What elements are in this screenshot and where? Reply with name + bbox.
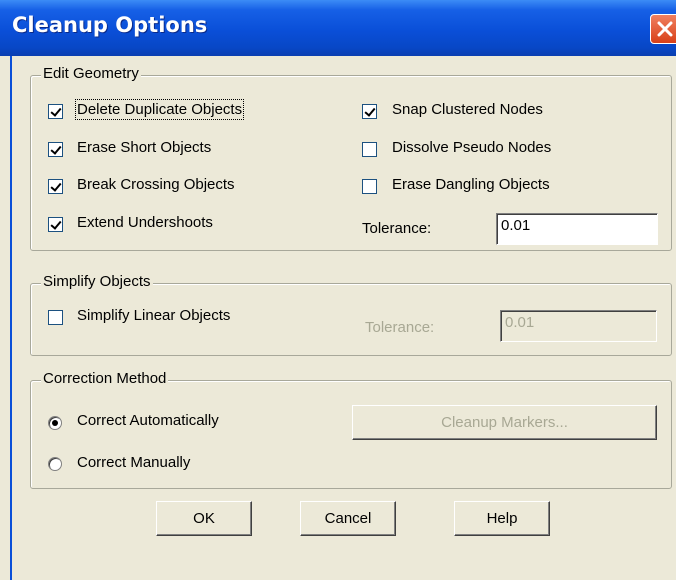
title-bar: Cleanup Options — [0, 0, 676, 56]
extend-undershoots-checkbox[interactable] — [48, 217, 63, 232]
simplify-tolerance-input: 0.01 — [500, 310, 657, 342]
close-icon — [657, 21, 673, 37]
correct-automatically-label[interactable]: Correct Automatically — [77, 412, 219, 429]
correction-method-label: Correction Method — [41, 370, 169, 387]
simplify-objects-label: Simplify Objects — [41, 273, 153, 290]
delete-duplicate-label[interactable]: Delete Duplicate Objects — [74, 99, 245, 120]
dialog-body: Edit Geometry Delete Duplicate Objects E… — [10, 56, 676, 580]
extend-undershoots-label[interactable]: Extend Undershoots — [77, 214, 213, 231]
window-title: Cleanup Options — [12, 13, 208, 37]
simplify-linear-checkbox[interactable] — [48, 310, 63, 325]
correct-automatically-radio[interactable] — [48, 416, 62, 430]
snap-clustered-checkbox[interactable] — [362, 104, 377, 119]
dissolve-pseudo-checkbox[interactable] — [362, 142, 377, 157]
simplify-tolerance-label: Tolerance: — [365, 319, 435, 336]
delete-duplicate-checkbox[interactable] — [48, 104, 63, 119]
tolerance-input[interactable]: 0.01 — [496, 213, 658, 245]
break-crossing-checkbox[interactable] — [48, 179, 63, 194]
dissolve-pseudo-label[interactable]: Dissolve Pseudo Nodes — [392, 139, 551, 156]
break-crossing-label[interactable]: Break Crossing Objects — [77, 176, 235, 193]
ok-button[interactable]: OK — [156, 501, 252, 536]
correct-manually-radio[interactable] — [48, 457, 62, 471]
erase-dangling-label[interactable]: Erase Dangling Objects — [392, 176, 550, 193]
snap-clustered-label[interactable]: Snap Clustered Nodes — [392, 101, 543, 118]
erase-short-label[interactable]: Erase Short Objects — [77, 139, 211, 156]
tolerance-label: Tolerance: — [362, 220, 432, 237]
correct-manually-label[interactable]: Correct Manually — [77, 454, 190, 471]
erase-dangling-checkbox[interactable] — [362, 179, 377, 194]
help-button[interactable]: Help — [454, 501, 550, 536]
cancel-button[interactable]: Cancel — [300, 501, 396, 536]
simplify-linear-label[interactable]: Simplify Linear Objects — [77, 307, 230, 324]
cleanup-markers-button: Cleanup Markers... — [352, 405, 657, 440]
edit-geometry-label: Edit Geometry — [41, 65, 141, 82]
close-button[interactable] — [650, 14, 676, 44]
erase-short-checkbox[interactable] — [48, 142, 63, 157]
